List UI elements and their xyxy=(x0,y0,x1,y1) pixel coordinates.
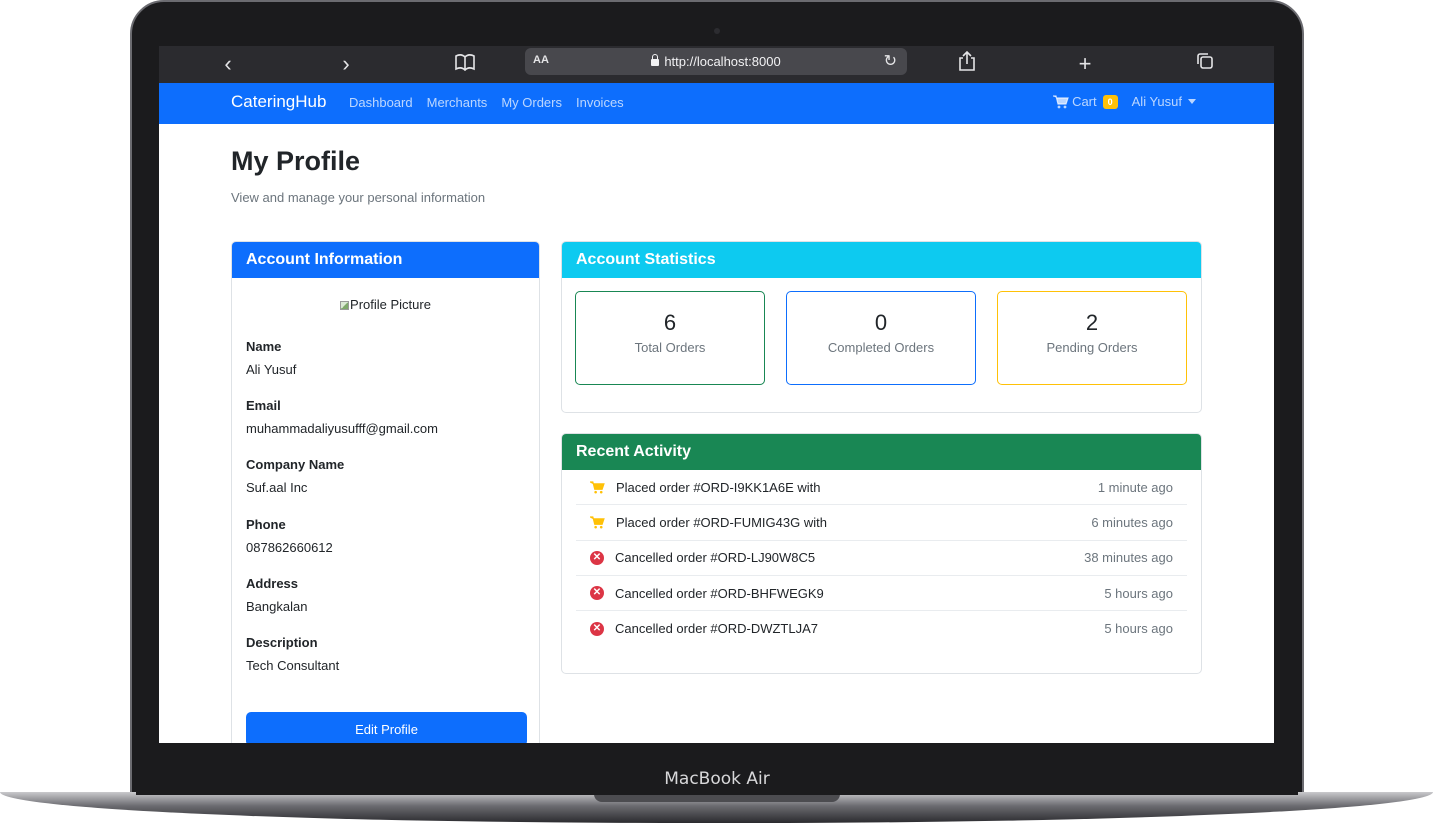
navbar-right: Cart 0 Ali Yusuf xyxy=(1053,94,1196,109)
profile-picture-alt: Profile Picture xyxy=(350,297,431,312)
account-information-header: Account Information xyxy=(232,242,539,278)
stat-label: Pending Orders xyxy=(1046,340,1138,355)
navbar-brand[interactable]: CateringHub xyxy=(231,92,326,112)
field-value: Bangkalan xyxy=(246,599,308,614)
user-name: Ali Yusuf xyxy=(1131,94,1182,109)
screen: ‹ › AA http://localhost:8000 ↻ + Caterin… xyxy=(159,46,1274,743)
stat-value: 6 xyxy=(663,310,677,335)
field-name: Name Ali Yusuf xyxy=(246,339,296,377)
list-item: ✕ Cancelled order #ORD-DWZTLJA7 5 hours … xyxy=(576,611,1187,646)
activity-list: Placed order #ORD-I9KK1A6E with 1 minute… xyxy=(576,470,1187,646)
activity-text: Placed order #ORD-I9KK1A6E with xyxy=(616,479,821,495)
cart-count-badge: 0 xyxy=(1102,94,1118,109)
field-label: Name xyxy=(246,339,282,354)
activity-text: Cancelled order #ORD-BHFWEGK9 xyxy=(615,585,824,601)
bookmarks-icon[interactable] xyxy=(450,50,480,78)
cart-link[interactable]: Cart 0 xyxy=(1053,94,1118,109)
field-label: Company Name xyxy=(246,457,345,472)
cart-icon xyxy=(1053,94,1069,108)
reload-icon[interactable]: ↻ xyxy=(884,51,897,71)
stat-completed-orders: 0 Completed Orders xyxy=(786,291,976,385)
camera xyxy=(714,28,720,34)
field-label: Phone xyxy=(246,517,286,532)
list-item: ✕ Cancelled order #ORD-BHFWEGK9 5 hours … xyxy=(576,576,1187,612)
activity-text: Cancelled order #ORD-DWZTLJA7 xyxy=(615,621,819,637)
lock-icon xyxy=(651,54,660,66)
field-value: Suf.aal Inc xyxy=(246,480,308,495)
bottom-bezel: MacBook Air xyxy=(136,765,1298,795)
back-icon[interactable]: ‹ xyxy=(213,50,243,78)
list-item: Placed order #ORD-I9KK1A6E with 1 minute… xyxy=(576,470,1187,506)
nav-link-invoices[interactable]: Invoices xyxy=(576,95,624,110)
field-label: Email xyxy=(246,398,281,413)
field-value: Tech Consultant xyxy=(246,658,340,673)
cart-icon xyxy=(590,516,605,529)
stat-label: Completed Orders xyxy=(827,340,935,355)
edit-profile-button[interactable]: Edit Profile xyxy=(246,712,527,743)
stat-value: 0 xyxy=(874,310,888,335)
activity-time: 6 minutes ago xyxy=(1091,514,1173,530)
broken-image-icon xyxy=(340,301,350,310)
new-tab-icon[interactable]: + xyxy=(1070,50,1100,78)
field-description: Description Tech Consultant xyxy=(246,635,339,673)
nav-links: Dashboard Merchants My Orders Invoices xyxy=(349,95,624,110)
stat-label: Total Orders xyxy=(634,340,706,355)
list-item: Placed order #ORD-FUMIG43G with 6 minute… xyxy=(576,505,1187,541)
list-item: ✕ Cancelled order #ORD-LJ90W8C5 38 minut… xyxy=(576,541,1187,576)
url-value: http://localhost:8000 xyxy=(664,54,781,69)
stat-pending-orders: 2 Pending Orders xyxy=(997,291,1187,385)
address-bar[interactable]: AA http://localhost:8000 ↻ xyxy=(525,48,907,75)
activity-time: 5 hours ago xyxy=(1104,621,1173,637)
activity-time: 38 minutes ago xyxy=(1084,550,1173,566)
stat-value: 2 xyxy=(1085,310,1099,335)
recent-activity-header: Recent Activity xyxy=(562,434,1201,470)
device-brand-label: MacBook Air xyxy=(664,769,770,789)
navbar: CateringHub Dashboard Merchants My Order… xyxy=(159,83,1274,124)
tabs-overview-icon[interactable] xyxy=(1190,50,1220,78)
x-circle-icon: ✕ xyxy=(590,586,604,601)
x-circle-icon: ✕ xyxy=(590,550,604,565)
caret-down-icon xyxy=(1188,99,1196,104)
activity-time: 1 minute ago xyxy=(1097,479,1173,495)
profile-picture: Profile Picture xyxy=(232,297,539,312)
nav-link-merchants[interactable]: Merchants xyxy=(427,95,488,110)
recent-activity-card: Recent Activity Placed order #ORD-I9KK1A… xyxy=(561,433,1202,674)
activity-time: 5 hours ago xyxy=(1104,585,1173,601)
browser-toolbar: ‹ › AA http://localhost:8000 ↻ + xyxy=(159,46,1274,83)
nav-link-my-orders[interactable]: My Orders xyxy=(501,95,562,110)
url-text: http://localhost:8000 xyxy=(525,54,907,69)
forward-icon[interactable]: › xyxy=(331,50,361,78)
field-phone: Phone 087862660612 xyxy=(246,517,333,555)
page-title: My Profile xyxy=(231,146,361,176)
account-information-card: Account Information Profile Picture Name… xyxy=(231,241,540,743)
field-value: 087862660612 xyxy=(246,540,333,555)
cart-label: Cart xyxy=(1072,94,1097,109)
activity-text: Placed order #ORD-FUMIG43G with xyxy=(616,514,827,530)
field-email: Email muhammadaliyusufff@gmail.com xyxy=(246,398,438,436)
field-value: muhammadaliyusufff@gmail.com xyxy=(246,421,438,436)
user-menu[interactable]: Ali Yusuf xyxy=(1132,94,1196,109)
share-icon[interactable] xyxy=(952,50,982,78)
field-company-name: Company Name Suf.aal Inc xyxy=(246,457,344,495)
activity-text: Cancelled order #ORD-LJ90W8C5 xyxy=(615,550,816,566)
nav-link-dashboard[interactable]: Dashboard xyxy=(349,95,413,110)
account-statistics-header: Account Statistics xyxy=(562,242,1201,278)
cart-icon xyxy=(590,481,605,494)
page-subtitle: View and manage your personal informatio… xyxy=(231,190,486,205)
account-statistics-card: Account Statistics 6 Total Orders 0 Comp… xyxy=(561,241,1202,413)
field-value: Ali Yusuf xyxy=(246,362,297,377)
field-label: Address xyxy=(246,576,299,591)
field-address: Address Bangkalan xyxy=(246,576,307,614)
x-circle-icon: ✕ xyxy=(590,621,604,636)
stat-total-orders: 6 Total Orders xyxy=(575,291,765,385)
field-label: Description xyxy=(246,635,318,650)
